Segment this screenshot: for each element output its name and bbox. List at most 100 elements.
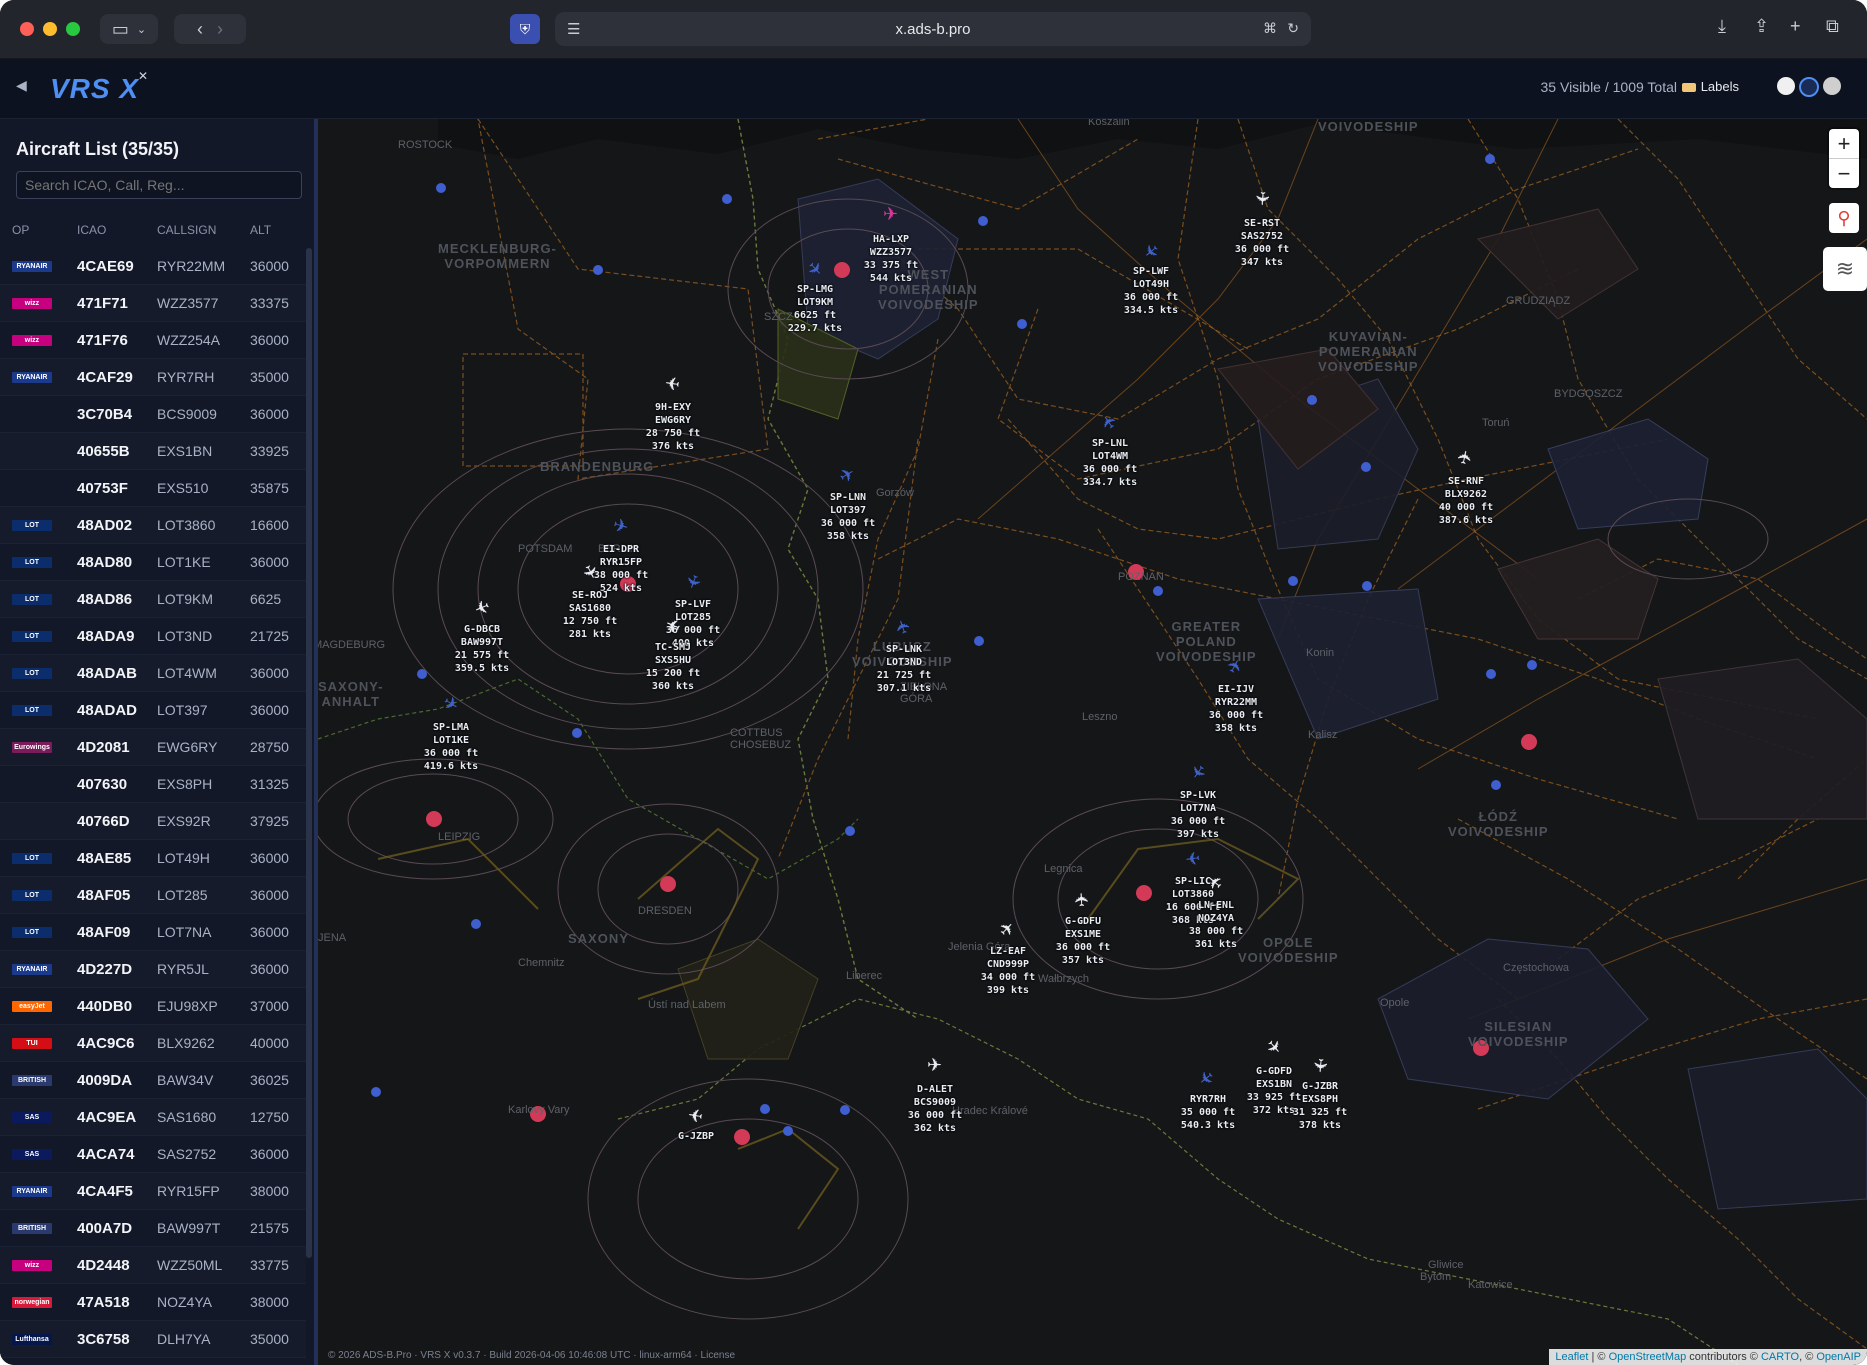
table-row[interactable]: 407630 EXS8PH 31325 (0, 766, 306, 803)
carto-link[interactable]: CARTO (1761, 1351, 1799, 1363)
aircraft-label[interactable]: G-JZBR EXS8PH 31 325 ft 378 kts (1280, 1080, 1360, 1132)
labels-toggle[interactable]: Labels (1681, 79, 1739, 94)
column-callsign[interactable]: CALLSIGN (157, 223, 216, 237)
table-row[interactable]: LOT 48ADAB LOT4WM 36000 (0, 655, 306, 692)
aircraft-label[interactable]: HA-LXP WZZ3577 33 375 ft 544 kts (851, 233, 931, 285)
download-icon[interactable]: ⤓ (1718, 16, 1726, 37)
table-row[interactable]: wizz 4D2448 WZZ50ML 33775 (0, 1247, 306, 1284)
aircraft-label[interactable]: D-ALET BCS9009 36 000 ft 362 kts (895, 1083, 975, 1135)
table-row[interactable]: SAS 4AC9EA SAS1680 12750 (0, 1099, 306, 1136)
aircraft-label[interactable]: 9H-EXY EWG6RY 28 750 ft 376 kts (633, 401, 713, 453)
aircraft-label[interactable]: I-WBZ Z50ML 775 ft 5 kts (318, 716, 333, 768)
aircraft-icon[interactable]: ✈ (686, 1103, 704, 1126)
new-tab-icon[interactable]: + (1790, 16, 1801, 37)
table-row[interactable]: BRITISH AIRWAYS 4009DA BAW34V 36025 (0, 1062, 306, 1099)
callsign-cell: BLX9262 (157, 1035, 215, 1051)
page-menu-icon[interactable]: ☰ (567, 20, 580, 38)
theme-gray-button[interactable] (1823, 77, 1841, 95)
table-row[interactable]: BRITISH AIRWAYS 400A7D BAW997T 21575 (0, 1210, 306, 1247)
aircraft-label[interactable]: LZ-EAF CND999P 34 000 ft 399 kts (968, 945, 1048, 997)
operator-logo: easyJet (12, 1001, 52, 1012)
leaflet-link[interactable]: Leaflet (1555, 1351, 1588, 1363)
layers-button[interactable]: ≋ (1823, 247, 1867, 291)
aircraft-search-input[interactable] (16, 171, 302, 199)
table-row[interactable]: RYANAIR 4D227D RYR5JL 36000 (0, 951, 306, 988)
aircraft-label[interactable]: G-JZBP (656, 1130, 736, 1143)
zoom-out-button[interactable]: − (1829, 158, 1859, 188)
minimize-window-button[interactable] (43, 22, 57, 36)
table-row[interactable]: RYANAIR 4CAF29 RYR7RH 35000 (0, 359, 306, 396)
aircraft-icon[interactable]: ✈ (927, 1055, 942, 1076)
aircraft-label[interactable]: SP-LMA LOT1KE 36 000 ft 419.6 kts (411, 721, 491, 773)
aircraft-icon[interactable]: ✈ (1251, 190, 1273, 206)
sidebar-toggle-button[interactable]: ▭ ⌄ (100, 14, 158, 44)
aircraft-label[interactable]: EI-IJV RYR22MM 36 000 ft 358 kts (1196, 683, 1276, 735)
aircraft-icon[interactable]: ✈ (664, 371, 682, 394)
aircraft-label[interactable]: TC-SMJ SXS5HU 15 200 ft 360 kts (633, 641, 713, 693)
table-row[interactable]: wizz 471F71 WZZ3577 33375 (0, 285, 306, 322)
forward-icon[interactable]: › (217, 19, 223, 40)
table-row[interactable]: 40766D EXS92R 37925 (0, 803, 306, 840)
aircraft-label[interactable]: SE-RNF BLX9262 40 000 ft 387.6 kts (1426, 475, 1506, 527)
aircraft-label[interactable]: LN-ENL NOZ4YA 38 000 ft 361 kts (1176, 899, 1256, 951)
table-row[interactable]: RYANAIR 4CA4F5 RYR15FP 38000 (0, 1173, 306, 1210)
aircraft-icon[interactable]: ✈ (1184, 846, 1201, 869)
table-row[interactable]: LOT 48AF05 LOT285 36000 (0, 877, 306, 914)
fullscreen-window-button[interactable] (66, 22, 80, 36)
table-row[interactable]: Lufthansa 3C6758 DLH7YA 35000 (0, 1321, 306, 1358)
openaip-link[interactable]: OpenAIP (1816, 1351, 1861, 1363)
back-icon[interactable]: ‹ (197, 19, 203, 40)
table-row[interactable]: LOT 48AD02 LOT3860 16600 (0, 507, 306, 544)
aircraft-icon[interactable]: ✈ (883, 204, 898, 225)
aircraft-label[interactable]: SE-ROJ SAS1680 12 750 ft 281 kts (550, 589, 630, 641)
theme-dark-button[interactable] (1799, 77, 1819, 97)
table-row[interactable]: RYANAIR 4CAE69 RYR22MM 36000 (0, 248, 306, 285)
table-row[interactable]: norwegian 47A518 NOZ4YA 38000 (0, 1284, 306, 1321)
table-row[interactable]: Eurowings 4D2081 EWG6RY 28750 (0, 729, 306, 766)
reload-icon[interactable]: ↻ (1287, 20, 1299, 37)
table-row[interactable]: LOT 48AD80 LOT1KE 36000 (0, 544, 306, 581)
address-bar[interactable]: ☰ x.ads-b.pro ⌘ ↻ (555, 12, 1311, 46)
aircraft-label[interactable]: SE-RST SAS2752 36 000 ft 347 kts (1222, 217, 1302, 269)
tab-overview-icon[interactable]: ⧉ (1826, 16, 1839, 37)
table-row[interactable]: 40655B EXS1BN 33925 (0, 433, 306, 470)
aircraft-icon[interactable]: ✈ (1072, 891, 1094, 907)
table-row[interactable]: LOT 48ADAD LOT397 36000 (0, 692, 306, 729)
table-row[interactable]: 3C70B4 BCS9009 36000 (0, 396, 306, 433)
privacy-shield-icon[interactable]: ⛨ (510, 14, 540, 44)
translate-icon[interactable]: ⌘ (1263, 20, 1277, 37)
city-label: MAGDEBURG (318, 639, 386, 651)
aircraft-label[interactable]: SP-LVK LOT7NA 36 000 ft 397 kts (1158, 789, 1238, 841)
aircraft-label[interactable]: SP-LNL LOT4WM 36 000 ft 334.7 kts (1070, 437, 1150, 489)
table-row[interactable]: wizz 471F76 WZZ254A 36000 (0, 322, 306, 359)
aircraft-label[interactable]: G-DBCB BAW997T 21 575 ft 359.5 kts (442, 623, 522, 675)
table-row[interactable]: SAS 4ACA74 SAS2752 36000 (0, 1136, 306, 1173)
osm-link[interactable]: OpenStreetMap (1609, 1351, 1687, 1363)
collapse-sidebar-icon[interactable]: ◀ (16, 77, 27, 94)
table-row[interactable]: TUI 4AC9C6 BLX9262 40000 (0, 1025, 306, 1062)
aircraft-label[interactable]: RYR7RH 35 000 ft 540.3 kts (1168, 1093, 1248, 1132)
aircraft-label[interactable]: SP-LWF LOT49H 36 000 ft 334.5 kts (1111, 265, 1191, 317)
column-icao[interactable]: ICAO (77, 223, 106, 237)
close-window-button[interactable] (20, 22, 34, 36)
table-row[interactable]: 40753F EXS510 35875 (0, 470, 306, 507)
table-row[interactable]: easyJet 440DB0 EJU98XP 37000 (0, 988, 306, 1025)
map-view[interactable]: MECKLENBURG- VORPOMMERN WEST POMERANIAN V… (318, 119, 1867, 1365)
sidebar-scrollbar[interactable] (306, 248, 312, 1258)
column-op[interactable]: OP (12, 223, 29, 237)
table-row[interactable]: LOT 48AE85 LOT49H 36000 (0, 840, 306, 877)
column-alt[interactable]: ALT (250, 223, 271, 237)
table-row[interactable]: LOT 48AD86 LOT9KM 6625 (0, 581, 306, 618)
aircraft-label[interactable]: SP-LNK LOT3ND 21 725 ft 307.1 kts (864, 643, 944, 695)
table-row[interactable]: LOT 48AF09 LOT7NA 36000 (0, 914, 306, 951)
table-row[interactable]: LOT 48ADA9 LOT3ND 21725 (0, 618, 306, 655)
aircraft-label[interactable]: SP-LMG LOT9KM 6625 ft 229.7 kts (775, 283, 855, 335)
location-pin-button[interactable]: ⚲ (1829, 203, 1859, 233)
share-icon[interactable]: ⇪ (1754, 16, 1769, 37)
aircraft-icon[interactable]: ✈ (1308, 1057, 1330, 1074)
aircraft-label[interactable]: SP-LNN LOT397 36 000 ft 358 kts (808, 491, 888, 543)
aircraft-label[interactable]: HA-LXU WZZ254A 6 000 ft 410 kts (318, 798, 328, 850)
theme-light-button[interactable] (1777, 77, 1795, 95)
aircraft-label[interactable]: G-GDFU EXS1ME 36 000 ft 357 kts (1043, 915, 1123, 967)
zoom-in-button[interactable]: + (1829, 129, 1859, 158)
